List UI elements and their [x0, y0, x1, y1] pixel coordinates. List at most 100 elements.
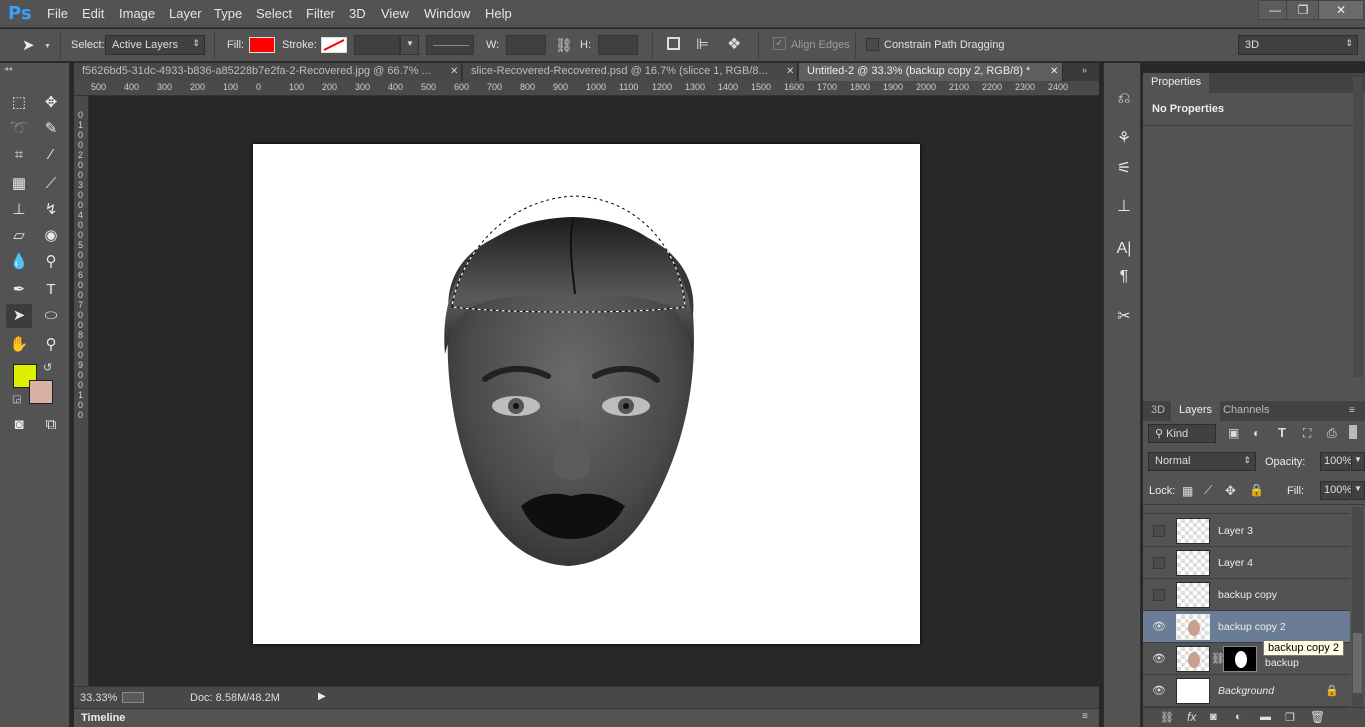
- layer-name[interactable]: Background: [1218, 685, 1274, 697]
- trash-icon[interactable]: 🗑: [1310, 710, 1325, 724]
- tab-document-2[interactable]: slice-Recovered-Recovered.psd @ 16.7% (s…: [463, 63, 798, 81]
- height-field[interactable]: [598, 35, 638, 55]
- panel-menu-icon[interactable]: ≡: [1349, 405, 1355, 416]
- collapse-icon[interactable]: ◂◂: [4, 64, 12, 73]
- zoom-level[interactable]: 33.33%: [80, 692, 117, 704]
- visibility-toggle[interactable]: [1153, 589, 1165, 601]
- dodge-tool-icon[interactable]: ⚲: [38, 250, 64, 274]
- menu-view[interactable]: View: [381, 6, 409, 21]
- fill-field[interactable]: 100%: [1320, 481, 1352, 500]
- layer-row-backup-copy[interactable]: backup copy: [1143, 579, 1350, 611]
- path-selection-tool-icon[interactable]: ➤: [6, 304, 32, 328]
- panel-menu-icon[interactable]: ≡: [1082, 711, 1088, 722]
- brush-presets-icon[interactable]: ⚘: [1112, 127, 1136, 151]
- scrollbar-thumb[interactable]: [1353, 633, 1362, 693]
- tab-overflow-icon[interactable]: »: [1082, 65, 1087, 75]
- close-icon[interactable]: ✕: [450, 66, 458, 77]
- quick-selection-tool-icon[interactable]: ✎: [38, 117, 64, 141]
- paragraph-icon[interactable]: ¶: [1112, 265, 1136, 289]
- lock-transparent-icon[interactable]: ▦: [1182, 484, 1193, 498]
- adjustments-icon[interactable]: ⚟: [1112, 157, 1136, 181]
- stroke-width-field[interactable]: [354, 35, 400, 55]
- layer-name[interactable]: backup copy 2: [1218, 621, 1286, 633]
- move-tool-icon[interactable]: ✥: [38, 91, 64, 115]
- blur-tool-icon[interactable]: 💧: [6, 250, 32, 274]
- default-colors-icon[interactable]: ◲: [12, 394, 21, 405]
- eyedropper-tool-icon[interactable]: ⁄: [38, 143, 64, 167]
- partial-layer-row[interactable]: [1143, 505, 1350, 514]
- layer-mask-thumbnail[interactable]: [1223, 646, 1257, 672]
- layer-name[interactable]: Layer 3: [1218, 525, 1253, 537]
- status-icon[interactable]: [122, 692, 144, 703]
- tab-properties[interactable]: Properties: [1143, 73, 1210, 93]
- adjustment-layer-icon[interactable]: ◐: [1235, 711, 1242, 723]
- path-alignment-icon[interactable]: ⊫: [696, 35, 709, 53]
- eye-icon[interactable]: 👁: [1152, 652, 1166, 666]
- eye-icon[interactable]: 👁: [1152, 620, 1166, 634]
- layers-scrollbar[interactable]: [1352, 507, 1363, 707]
- close-icon[interactable]: ✕: [786, 66, 794, 77]
- width-field[interactable]: [506, 35, 546, 55]
- clone-source-icon[interactable]: ⊥: [1112, 195, 1136, 219]
- tab-layers[interactable]: Layers: [1171, 401, 1221, 421]
- blend-mode-dropdown[interactable]: Normal ⇕: [1148, 452, 1256, 471]
- filter-shape-icon[interactable]: ⛶: [1303, 426, 1311, 441]
- brush-tool-icon[interactable]: ⟋: [38, 172, 64, 196]
- group-folder-icon[interactable]: ▬: [1260, 711, 1271, 723]
- path-operations-icon[interactable]: [667, 37, 680, 50]
- link-layers-icon[interactable]: ⛓: [1160, 711, 1174, 724]
- link-icon[interactable]: ⛓: [555, 37, 573, 54]
- path-selection-tool-icon[interactable]: ➤: [22, 36, 35, 54]
- lock-image-icon[interactable]: ⟋: [1204, 483, 1212, 498]
- visibility-toggle[interactable]: [1153, 557, 1165, 569]
- filter-toggle-icon[interactable]: [1349, 425, 1357, 439]
- layer-name[interactable]: backup: [1265, 657, 1299, 669]
- layer-name[interactable]: backup copy: [1218, 589, 1277, 601]
- filter-adjustment-icon[interactable]: ◐: [1253, 426, 1260, 440]
- add-mask-icon[interactable]: ◙: [1210, 711, 1217, 723]
- document-canvas[interactable]: [253, 144, 920, 644]
- status-menu-arrow-icon[interactable]: ▶: [318, 691, 326, 702]
- menu-help[interactable]: Help: [485, 6, 512, 21]
- fill-swatch[interactable]: [249, 37, 275, 53]
- lock-all-icon[interactable]: 🔒: [1249, 483, 1264, 497]
- layer-row-layer-3[interactable]: Layer 3: [1143, 515, 1350, 547]
- constrain-checkbox[interactable]: [866, 38, 879, 51]
- path-arrangement-icon[interactable]: ❖: [727, 34, 741, 54]
- lasso-tool-icon[interactable]: ➰: [6, 117, 32, 141]
- workspace-dropdown[interactable]: 3D ⇕: [1238, 35, 1358, 55]
- pen-tool-icon[interactable]: ✒: [6, 278, 32, 302]
- visibility-toggle[interactable]: [1153, 525, 1165, 537]
- screen-mode-icon[interactable]: ⧉: [38, 413, 64, 437]
- align-edges-checkbox[interactable]: ✓: [773, 37, 786, 50]
- history-icon[interactable]: ⎌: [1112, 87, 1136, 111]
- zoom-tool-icon[interactable]: ⚲: [38, 333, 64, 357]
- fill-dropdown[interactable]: ▼: [1351, 481, 1365, 500]
- filter-pixel-icon[interactable]: ▣: [1228, 426, 1239, 440]
- swap-colors-icon[interactable]: ↺: [43, 361, 52, 374]
- tab-channels[interactable]: Channels: [1215, 401, 1277, 421]
- chevron-down-icon[interactable]: ▼: [44, 43, 51, 50]
- quick-mask-icon[interactable]: ◙: [6, 413, 32, 437]
- tool-presets-icon[interactable]: ✂: [1112, 305, 1136, 329]
- stroke-swatch[interactable]: [321, 37, 347, 53]
- marquee-tool-icon[interactable]: ⬚: [6, 91, 32, 115]
- filter-kind-dropdown[interactable]: ⚲ Kind: [1148, 424, 1216, 443]
- close-icon[interactable]: ✕: [1050, 66, 1058, 77]
- layer-row-layer-4[interactable]: Layer 4: [1143, 547, 1350, 579]
- paint-bucket-tool-icon[interactable]: ◉: [38, 224, 64, 248]
- lock-position-icon[interactable]: ✥: [1225, 483, 1236, 499]
- crop-tool-icon[interactable]: ⌗: [6, 143, 32, 167]
- menu-file[interactable]: File: [47, 6, 68, 21]
- close-button[interactable]: ✕: [1318, 0, 1364, 20]
- stroke-width-dropdown[interactable]: ▼: [400, 35, 419, 55]
- healing-brush-tool-icon[interactable]: ▦: [6, 172, 32, 196]
- type-tool-icon[interactable]: T: [38, 278, 64, 302]
- filter-smart-object-icon[interactable]: ⎙: [1327, 426, 1337, 441]
- tab-document-3[interactable]: Untitled-2 @ 33.3% (backup copy 2, RGB/8…: [799, 63, 1063, 81]
- opacity-field[interactable]: 100%: [1320, 452, 1352, 471]
- menu-filter[interactable]: Filter: [306, 6, 335, 21]
- menu-image[interactable]: Image: [119, 6, 155, 21]
- tab-document-1[interactable]: f5626bd5-31dc-4933-b836-a85228b7e2fa-2-R…: [74, 63, 462, 81]
- tab-3d[interactable]: 3D: [1143, 401, 1173, 421]
